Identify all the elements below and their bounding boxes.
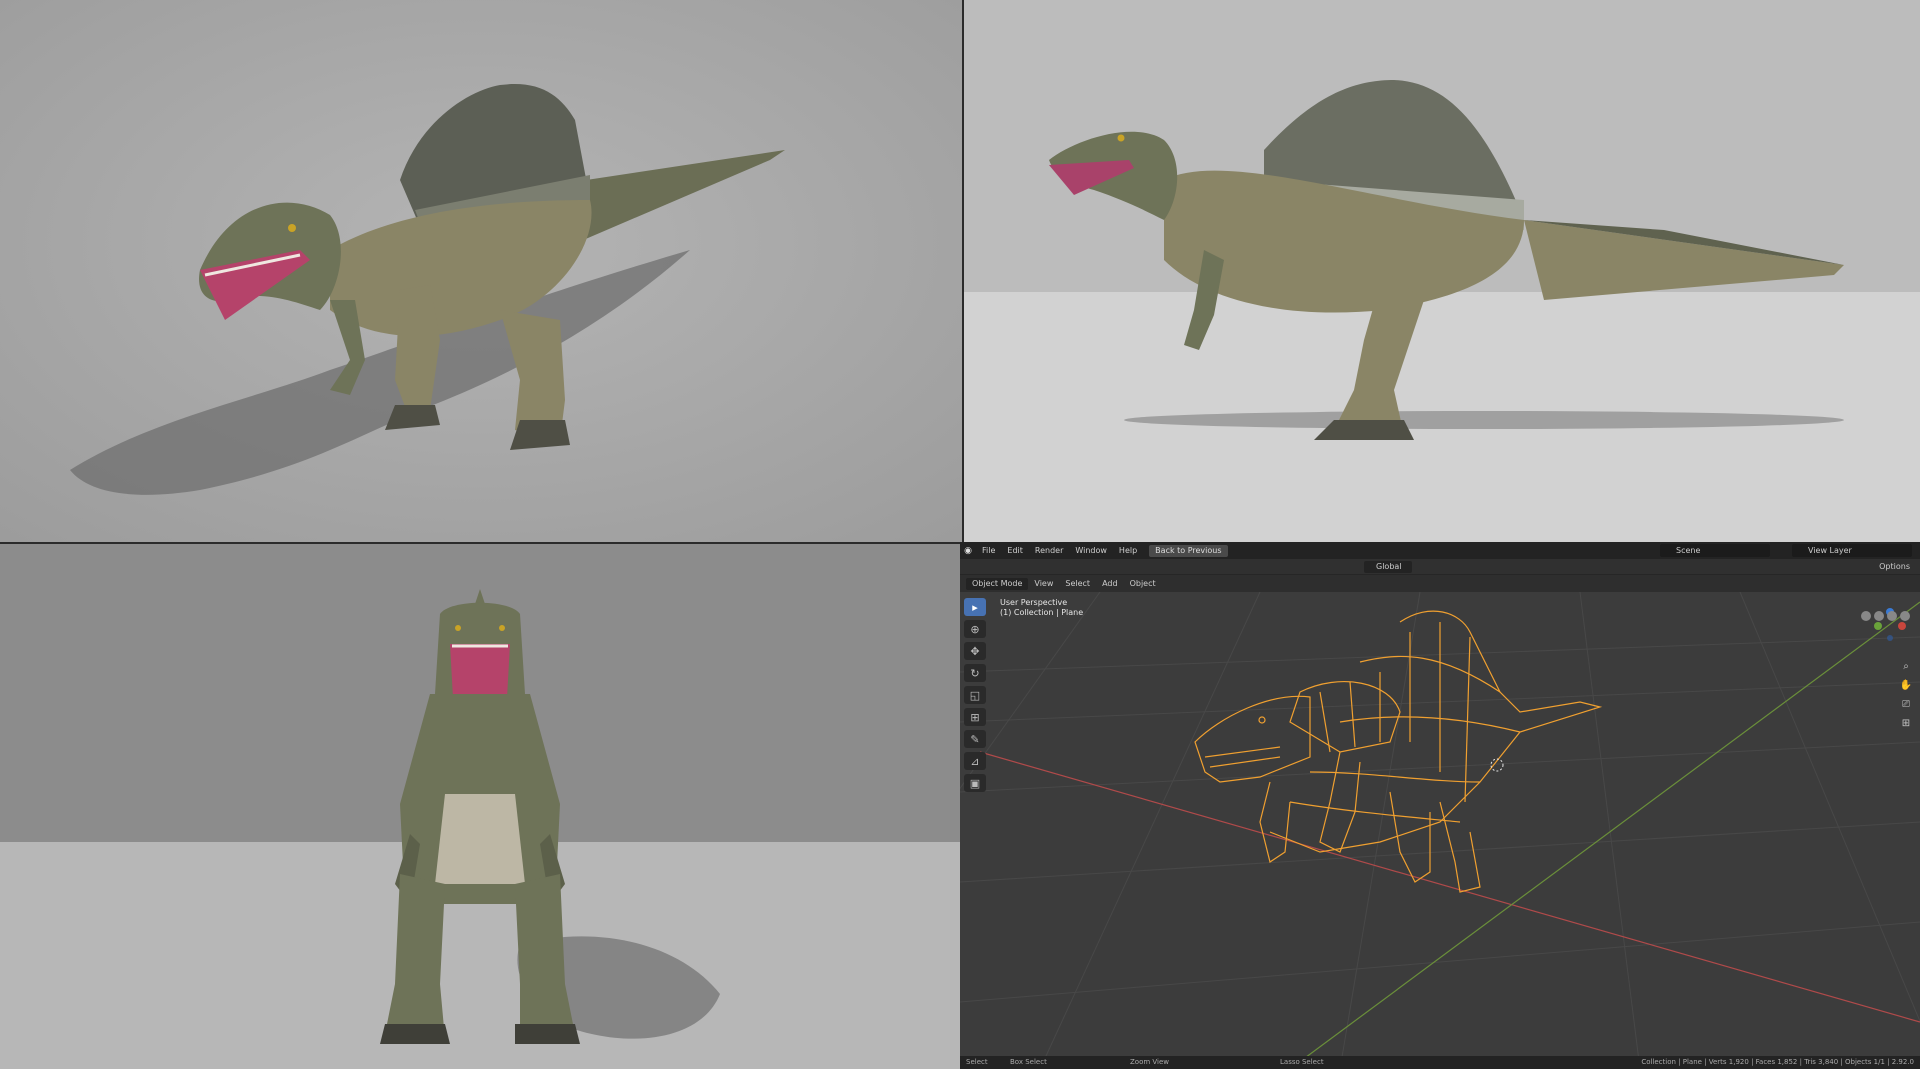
view-layer-selector[interactable]: View Layer [1792,544,1912,557]
render-side-view [964,0,1920,542]
spinosaurus-render-angle [0,0,962,542]
annotate-icon[interactable]: ✎ [964,730,986,748]
status-box-select: Box Select [1010,1058,1047,1066]
menu-select[interactable]: Select [1059,579,1096,588]
toolbar: ▸ ⊕ ✥ ↻ ◱ ⊞ ✎ ⊿ ▣ [964,598,986,796]
viewport-canvas[interactable] [960,542,1920,1069]
material-shading-icon[interactable] [1887,611,1897,621]
viewport-title: User Perspective [1000,598,1068,607]
menu-window[interactable]: Window [1069,542,1113,559]
menu-file[interactable]: File [976,542,1001,559]
move-icon[interactable]: ✥ [964,642,986,660]
menu-help[interactable]: Help [1113,542,1143,559]
menu-edit[interactable]: Edit [1001,542,1029,559]
camera-icon[interactable]: ⎚ [1898,696,1914,712]
transform-icon[interactable]: ⊞ [964,708,986,726]
back-to-previous-button[interactable]: Back to Previous [1149,544,1228,557]
rotate-icon[interactable]: ↻ [964,664,986,682]
transform-orientation-dropdown[interactable]: Global [1364,561,1412,573]
viewport-header: Object Mode View Select Add Object [960,575,1920,621]
menu-object[interactable]: Object [1124,579,1162,588]
grid-icon[interactable]: ⊞ [1898,715,1914,731]
tool-settings-header: Global Options [960,559,1920,575]
scale-icon[interactable]: ◱ [964,686,986,704]
menu-view[interactable]: View [1028,579,1059,588]
measure-icon[interactable]: ⊿ [964,752,986,770]
render-three-quarter-view [0,0,962,542]
spinosaurus-render-front [0,544,960,1069]
viewport-info: User Perspective (1) Collection | Plane [1000,598,1083,618]
blender-logo-icon[interactable]: ◉ [960,542,976,559]
shading-mode-buttons[interactable] [1861,611,1910,621]
blender-topbar: ◉ File Edit Render Window Help Back to P… [960,542,1920,559]
select-box-icon[interactable]: ▸ [964,598,986,616]
solid-shading-icon[interactable] [1874,611,1884,621]
render-front-view [0,544,960,1069]
status-bar: Select Box Select Zoom View Lasso Select… [960,1056,1920,1069]
viewport-collection: (1) Collection | Plane [1000,608,1084,617]
cursor-icon[interactable]: ⊕ [964,620,986,638]
menu-add[interactable]: Add [1096,579,1124,588]
scene-selector[interactable]: Scene [1660,544,1770,557]
status-scene-stats: Collection | Plane | Verts 1,920 | Faces… [1641,1058,1914,1066]
add-cube-icon[interactable]: ▣ [964,774,986,792]
menu-render[interactable]: Render [1029,542,1069,559]
object-mode-dropdown[interactable]: Object Mode [966,577,1029,590]
navigation-controls: ⌕ ✋ ⎚ ⊞ [1898,658,1914,734]
status-zoom-view: Zoom View [1130,1058,1170,1066]
status-select: Select [966,1058,988,1066]
wireframe-shading-icon[interactable] [1861,611,1871,621]
four-panel-composite: ◉ File Edit Render Window Help Back to P… [0,0,1920,1069]
pan-icon[interactable]: ✋ [1898,677,1914,693]
spinosaurus-render-side [964,0,1920,542]
rendered-shading-icon[interactable] [1900,611,1910,621]
blender-viewport-window: ◉ File Edit Render Window Help Back to P… [960,542,1920,1069]
status-lasso-select: Lasso Select [1280,1058,1324,1066]
zoom-icon[interactable]: ⌕ [1898,658,1914,674]
options-dropdown[interactable]: Options [1875,561,1914,573]
